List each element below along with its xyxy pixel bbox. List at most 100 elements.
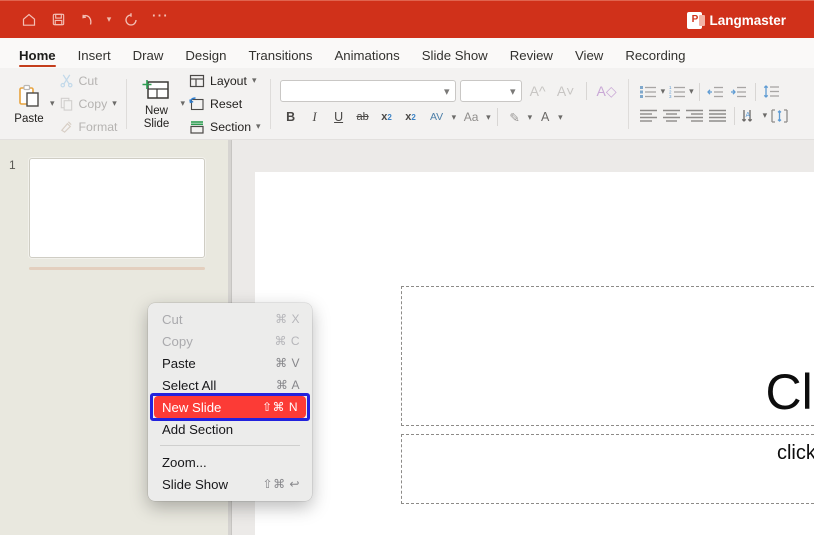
slide-thumbnail-1[interactable]	[29, 158, 205, 258]
slide-number: 1	[9, 158, 16, 172]
context-menu-separator	[160, 445, 300, 446]
align-center-icon[interactable]	[661, 107, 683, 125]
save-icon[interactable]	[45, 7, 71, 33]
text-direction-chevron-icon[interactable]: ▾	[763, 110, 768, 121]
text-direction-icon[interactable]: A	[740, 107, 762, 125]
powerpoint-file-icon	[687, 11, 706, 29]
slide-thumbnail-underline	[29, 267, 205, 270]
copy-dropdown-chevron-icon[interactable]: ▾	[112, 98, 117, 109]
italic-button[interactable]: I	[304, 107, 326, 127]
align-right-icon[interactable]	[684, 107, 706, 125]
paste-label: Paste	[14, 112, 44, 125]
font-name-select[interactable]: ▾	[279, 80, 456, 102]
tab-transitions[interactable]: Transitions	[237, 49, 323, 68]
text-highlight-chevron-icon[interactable]: ▾	[528, 112, 533, 123]
font-group: ▾ ▾ A^ A˅ A◇ B I U ab x2 x 2 AV ▾ Aa ▾ ✎…	[276, 68, 623, 139]
font-color-chevron-icon[interactable]: ▾	[558, 112, 563, 123]
ribbon-separator-2	[269, 78, 271, 129]
powerpoint-window: ▾ ⋯ Langmaster Home Insert Draw Design T…	[0, 0, 814, 535]
context-menu-item-add-section[interactable]: Add Section	[148, 418, 312, 440]
tab-review[interactable]: Review	[499, 49, 564, 68]
paragraph-group: ▾ 1 2 3 ▾ A ▾	[634, 68, 791, 139]
character-spacing-button[interactable]: AV	[424, 107, 450, 127]
section-dropdown-chevron-icon[interactable]: ▾	[256, 121, 261, 132]
paragraph-separator-3	[733, 106, 735, 125]
copy-menu-shortcut: ⌘ C	[274, 334, 300, 348]
font-separator	[585, 82, 587, 100]
home-icon[interactable]	[16, 7, 42, 33]
decrease-font-size-icon[interactable]: A˅	[554, 80, 578, 102]
tab-view[interactable]: View	[564, 49, 614, 68]
context-menu-item-slide-show[interactable]: Slide Show ⇧⌘ ↩	[148, 473, 312, 495]
layout-dropdown-chevron-icon[interactable]: ▾	[252, 75, 257, 86]
tab-draw[interactable]: Draw	[122, 49, 175, 68]
subscript-button[interactable]: x2	[400, 107, 422, 127]
layout-button[interactable]: Layout ▾	[185, 71, 265, 91]
context-menu: Cut ⌘ X Copy ⌘ C Paste ⌘ V Select All ⌘ …	[148, 303, 312, 501]
slides-commands: Layout ▾ Reset Section ▾	[185, 68, 265, 139]
new-slide-button[interactable]: New Slide	[132, 68, 180, 139]
cut-menu-shortcut: ⌘ X	[275, 312, 300, 326]
context-menu-item-paste[interactable]: Paste ⌘ V	[148, 352, 312, 374]
reset-button[interactable]: Reset	[185, 94, 265, 114]
ribbon-tab-bar: Home Insert Draw Design Transitions Anim…	[0, 38, 814, 68]
character-spacing-chevron-icon[interactable]: ▾	[452, 112, 457, 123]
ribbon-separator-3	[627, 78, 629, 129]
increase-font-size-icon[interactable]: A^	[526, 80, 550, 102]
more-options-icon[interactable]: ⋯	[147, 7, 173, 33]
align-left-icon[interactable]	[638, 107, 660, 125]
title-placeholder[interactable]: Click to	[401, 286, 814, 426]
tab-home[interactable]: Home	[8, 49, 67, 68]
reset-label: Reset	[210, 96, 243, 111]
slide-show-menu-shortcut: ⇧⌘ ↩	[262, 477, 300, 491]
tab-animations[interactable]: Animations	[323, 49, 410, 68]
paragraph-separator-2	[754, 82, 756, 101]
cut-button[interactable]: Cut	[55, 71, 122, 91]
tab-insert[interactable]: Insert	[67, 49, 122, 68]
undo-icon[interactable]	[74, 7, 100, 33]
clear-formatting-icon[interactable]: A◇	[595, 80, 619, 102]
bullets-icon[interactable]	[638, 83, 660, 101]
font-bottom-row: B I U ab x2 x2 AV ▾ Aa ▾ ✎ ▾ A ▾	[280, 107, 619, 127]
change-case-button[interactable]: Aa	[458, 107, 484, 127]
increase-indent-icon[interactable]	[728, 83, 750, 101]
superscript-button[interactable]: x2	[376, 107, 398, 127]
context-menu-item-select-all[interactable]: Select All ⌘ A	[148, 374, 312, 396]
document-title-area: Langmaster	[687, 1, 814, 39]
font-size-select[interactable]: ▾	[459, 80, 522, 102]
justify-icon[interactable]	[707, 107, 729, 125]
numbering-icon[interactable]: 1 2 3	[666, 83, 688, 101]
redo-icon[interactable]	[118, 7, 144, 33]
subtitle-placeholder[interactable]: click to	[401, 434, 814, 504]
change-case-chevron-icon[interactable]: ▾	[486, 112, 491, 123]
slide-canvas[interactable]: Click to click to	[255, 172, 814, 535]
ribbon-toolbar: Paste ▾ Cut Copy ▾ Format New Slide ▾ La…	[0, 68, 814, 140]
undo-dropdown-chevron-icon[interactable]: ▾	[103, 7, 115, 33]
slides-group: New Slide ▾ Layout ▾ Reset Section ▾	[132, 68, 264, 139]
tab-design[interactable]: Design	[174, 49, 237, 68]
format-painter-label: Format	[78, 119, 118, 134]
underline-button[interactable]: U	[328, 107, 350, 127]
title-bar: ▾ ⋯ Langmaster	[0, 0, 814, 38]
paste-menu-label: Paste	[162, 355, 196, 371]
context-menu-item-copy[interactable]: Copy ⌘ C	[148, 330, 312, 352]
font-color-button[interactable]: A	[534, 107, 556, 127]
numbering-chevron-icon[interactable]: ▾	[689, 86, 694, 97]
strikethrough-button[interactable]: ab	[352, 107, 374, 127]
decrease-indent-icon[interactable]	[705, 83, 727, 101]
copy-button[interactable]: Copy ▾	[55, 94, 122, 114]
tab-recording[interactable]: Recording	[614, 49, 696, 68]
context-menu-item-new-slide[interactable]: New Slide ⇧⌘ N	[154, 396, 306, 418]
align-text-icon[interactable]	[768, 107, 790, 125]
paste-button[interactable]: Paste	[0, 68, 50, 139]
context-menu-item-zoom[interactable]: Zoom...	[148, 451, 312, 473]
text-highlight-color-button[interactable]: ✎	[504, 107, 526, 127]
format-painter-button[interactable]: Format	[55, 117, 122, 137]
section-button[interactable]: Section ▾	[185, 117, 265, 137]
add-section-menu-label: Add Section	[162, 421, 234, 437]
bullets-chevron-icon[interactable]: ▾	[661, 86, 666, 97]
line-spacing-icon[interactable]	[761, 83, 783, 101]
tab-slide-show[interactable]: Slide Show	[411, 49, 499, 68]
bold-button[interactable]: B	[280, 107, 302, 127]
context-menu-item-cut[interactable]: Cut ⌘ X	[148, 308, 312, 330]
